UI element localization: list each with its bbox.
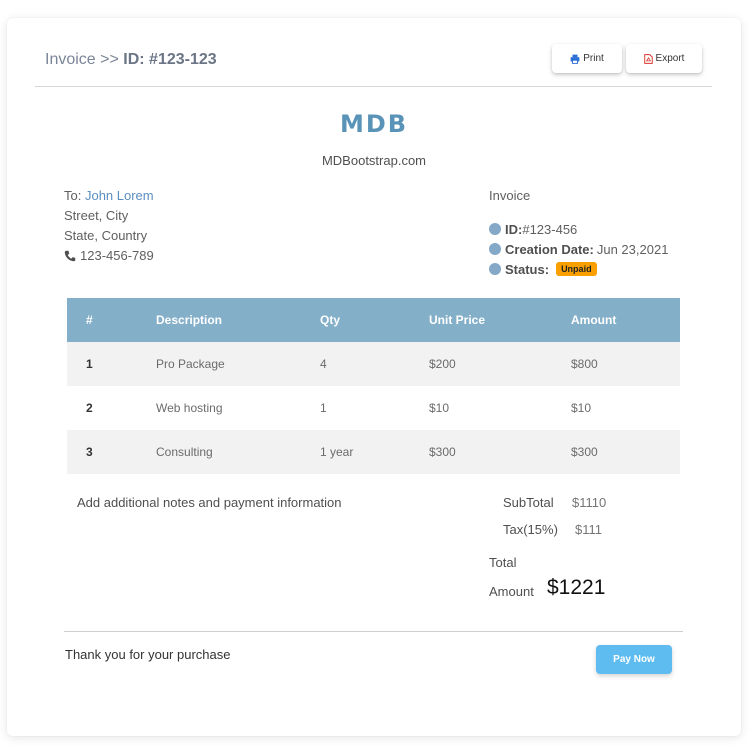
export-button[interactable]: Export	[626, 44, 702, 73]
tax-value: $111	[575, 522, 602, 537]
phone-row: 123-456-789	[64, 246, 154, 266]
invoice-id-label: ID:	[505, 221, 523, 237]
invoice-info: Invoice ID: #123-456 Creation Date: Jun 23…	[489, 186, 668, 279]
subtotal-label: SubTotal	[503, 495, 554, 510]
pay-now-button[interactable]: Pay Now	[596, 645, 672, 674]
bullet-circle-icon	[489, 223, 501, 235]
table-row: 3 Consulting 1 year $300 $300	[67, 430, 680, 474]
to-label: To:	[64, 188, 85, 203]
total-label-line2: Amount	[489, 584, 534, 599]
cell-unit-price: $10	[429, 401, 450, 415]
header-divider	[35, 86, 712, 87]
cell-number: 2	[86, 401, 93, 415]
invoice-id-value: #123-456	[522, 221, 578, 237]
cell-unit-price: $200	[429, 342, 571, 386]
line-items-table: # Description Qty Unit Price Amount 1 Pr…	[67, 298, 680, 474]
print-label: Print	[583, 53, 604, 64]
printer-icon	[570, 54, 580, 64]
cell-description: Pro Package	[156, 342, 320, 386]
creation-date-value: Jun 23,2021	[596, 241, 669, 257]
pdf-file-icon	[643, 53, 653, 64]
phone-icon	[64, 250, 76, 262]
footer-divider	[64, 631, 683, 632]
cell-qty: 4	[320, 342, 429, 386]
bullet-circle-icon	[489, 263, 501, 275]
tax-label: Tax(15%)	[503, 522, 558, 537]
breadcrumb-prefix: Invoice >>	[45, 51, 124, 68]
cell-description: Web hosting	[156, 401, 223, 415]
table-row: 1 Pro Package 4 $200 $800	[67, 342, 680, 386]
col-header-qty: Qty	[320, 298, 429, 342]
subtotal-value: $1110	[572, 495, 607, 510]
breadcrumb: Invoice >> ID: #123-123	[45, 51, 217, 69]
brand-site: MDBootstrap.com	[321, 153, 427, 168]
thank-you-text: Thank you for your purchase	[65, 647, 231, 662]
status-row: Status: Unpaid	[489, 259, 668, 279]
billing-address: To: John Lorem Street, City State, Count…	[64, 186, 154, 266]
col-header-description: Description	[156, 298, 320, 342]
bullet-circle-icon	[489, 243, 501, 255]
col-header-unit-price: Unit Price	[429, 298, 571, 342]
status-badge: Unpaid	[556, 262, 597, 276]
cell-amount: $800	[571, 342, 680, 386]
invoice-card: Invoice >> ID: #123-123 Print Export MDB…	[7, 18, 741, 736]
total-label-line1: Total	[489, 555, 517, 570]
customer-name: John Lorem	[84, 188, 154, 203]
cell-amount: $10	[571, 401, 592, 415]
cell-number: 3	[67, 430, 156, 474]
creation-date-label: Creation Date:	[505, 241, 594, 257]
state-country: State, Country	[64, 228, 148, 243]
notes-text: Add additional notes and payment informa…	[77, 495, 342, 510]
invoice-id-heading: ID: #123-123	[123, 51, 217, 68]
cell-unit-price: $300	[429, 430, 571, 474]
cell-qty: 1	[320, 401, 327, 415]
invoice-id-row: ID: #123-456	[489, 219, 668, 239]
table-header-row: # Description Qty Unit Price Amount	[67, 298, 680, 342]
export-label: Export	[655, 53, 685, 64]
total-amount: $1221	[547, 576, 606, 599]
invoice-info-title: Invoice	[489, 188, 531, 203]
creation-date-row: Creation Date: Jun 23,2021	[489, 239, 668, 259]
status-label: Status:	[505, 261, 550, 277]
brand-logo: MDB	[339, 110, 409, 138]
table-row: 2 Web hosting 1 $10 $10	[67, 386, 680, 430]
phone-number: 123-456-789	[80, 248, 154, 263]
col-header-amount: Amount	[571, 298, 680, 342]
print-button[interactable]: Print	[552, 44, 622, 73]
cell-number: 1	[67, 342, 156, 386]
street: Street, City	[64, 208, 129, 223]
cell-description: Consulting	[156, 430, 320, 474]
cell-qty: 1 year	[320, 430, 429, 474]
col-header-number: #	[67, 298, 156, 342]
cell-amount: $300	[571, 430, 680, 474]
